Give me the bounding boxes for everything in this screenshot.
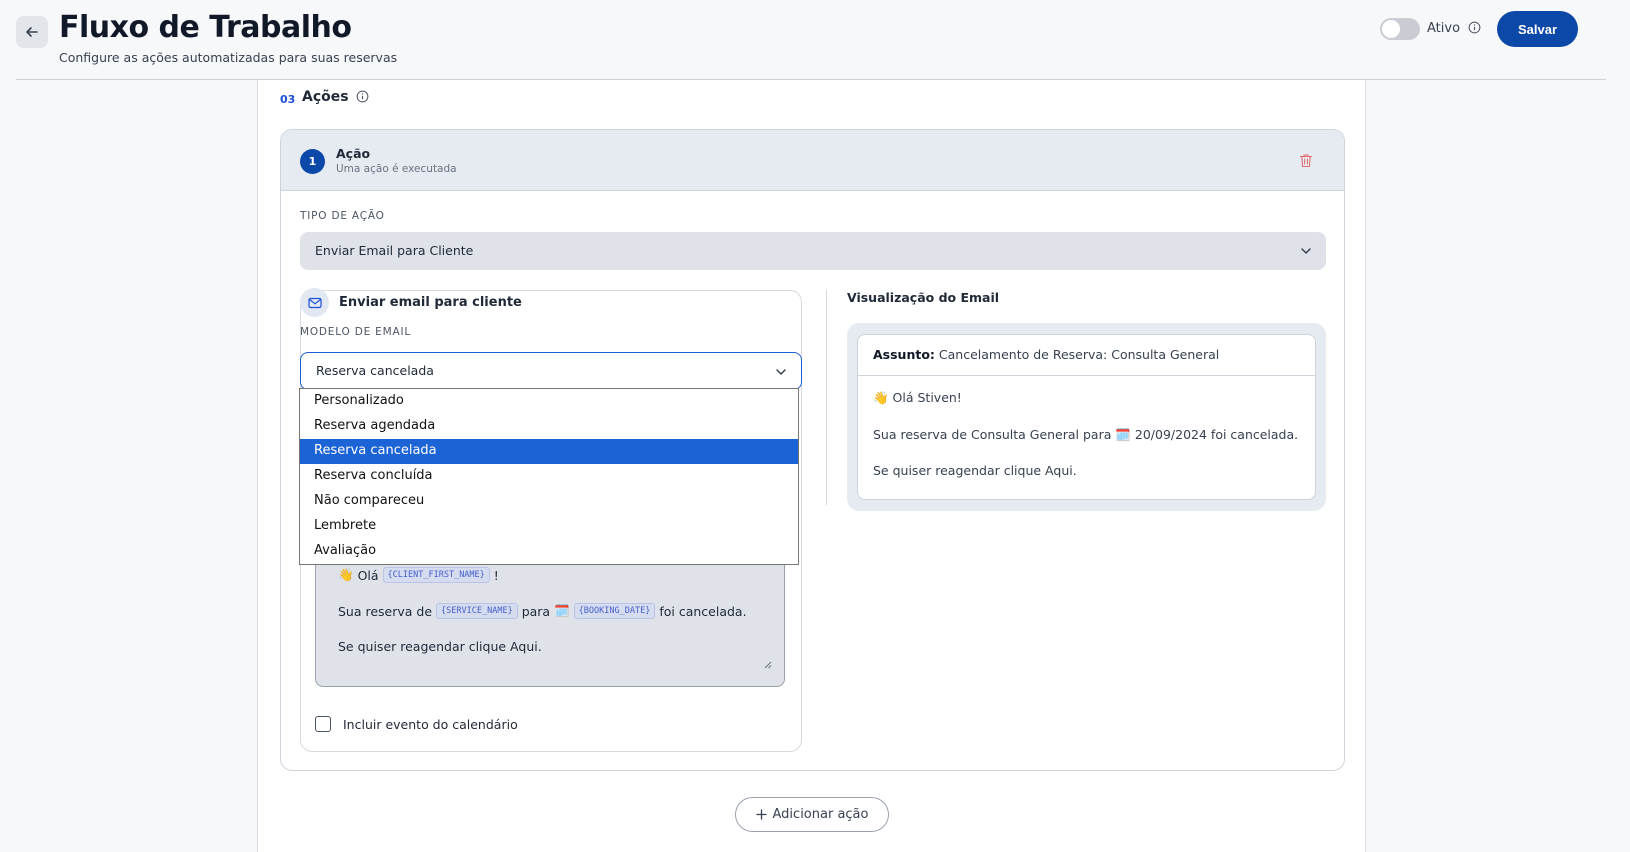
- template-label: MODELO DE EMAIL: [300, 326, 412, 338]
- toggle-knob: [1382, 20, 1400, 38]
- active-toggle-label: Ativo: [1427, 21, 1461, 36]
- resize-handle-icon[interactable]: [764, 661, 772, 669]
- dropdown-option-avaliacao[interactable]: Avaliação: [300, 539, 798, 564]
- editor-text: Se quiser reagendar clique Aqui.: [338, 639, 542, 654]
- dropdown-option-reserva-cancelada[interactable]: Reserva cancelada: [300, 439, 798, 464]
- back-button[interactable]: [16, 16, 48, 48]
- action-card-header: 1 Ação Uma ação é executada: [281, 130, 1344, 191]
- token-service-name: {SERVICE_NAME}: [436, 603, 518, 619]
- preview-line-1: 👋 Olá Stiven!: [873, 390, 962, 405]
- calendar-event-label: Incluir evento do calendário: [343, 717, 518, 732]
- editor-text: para: [521, 603, 551, 619]
- chevron-down-icon: [776, 369, 786, 375]
- subject-label: Assunto:: [873, 347, 935, 362]
- dropdown-option-reserva-agendada[interactable]: Reserva agendada: [300, 414, 798, 439]
- info-icon[interactable]: [1468, 21, 1481, 34]
- page-subtitle: Configure as ações automatizadas para su…: [59, 50, 398, 65]
- subject-value: Cancelamento de Reserva: Consulta Genera…: [938, 347, 1220, 362]
- action-title: Ação: [336, 146, 371, 161]
- page-title: Fluxo de Trabalho: [59, 10, 352, 45]
- calendar-event-checkbox[interactable]: [315, 716, 331, 732]
- email-template-value: Reserva cancelada: [316, 363, 434, 378]
- plus-icon: [755, 809, 767, 820]
- editor-text: foi cancelada.: [659, 603, 747, 619]
- email-body-editor[interactable]: 👋 Olá {CLIENT_FIRST_NAME} ! Sua reserva …: [315, 555, 785, 687]
- save-button[interactable]: Salvar: [1497, 11, 1578, 47]
- action-type-label: TIPO DE AÇÃO: [300, 210, 385, 222]
- email-preview: Assunto: Cancelamento de Reserva: Consul…: [847, 323, 1326, 511]
- arrow-left-icon: [26, 27, 38, 37]
- action-subtitle: Uma ação é executada: [336, 163, 457, 175]
- token-booking-date: {BOOKING_DATE}: [573, 603, 656, 619]
- info-icon[interactable]: [356, 90, 369, 103]
- mail-icon: [307, 297, 322, 308]
- dropdown-option-personalizado[interactable]: Personalizado: [300, 389, 798, 414]
- email-template-dropdown: Personalizado Reserva agendada Reserva c…: [299, 388, 799, 565]
- editor-line-1: 👋 Olá {CLIENT_FIRST_NAME} !: [338, 567, 499, 583]
- action-type-select[interactable]: Enviar Email para Cliente: [300, 232, 1326, 270]
- mail-icon-badge: [300, 288, 329, 317]
- editor-line-2: Sua reserva de {SERVICE_NAME} para 🗓️ {B…: [338, 603, 747, 619]
- email-preview-subject: Assunto: Cancelamento de Reserva: Consul…: [858, 335, 1315, 376]
- active-toggle[interactable]: [1380, 18, 1420, 40]
- chevron-down-icon: [1301, 248, 1311, 254]
- panel-divider: [826, 290, 827, 505]
- email-preview-card: Assunto: Cancelamento de Reserva: Consul…: [857, 334, 1316, 500]
- action-type-value: Enviar Email para Cliente: [315, 243, 474, 258]
- dropdown-option-reserva-concluida[interactable]: Reserva concluída: [300, 464, 798, 489]
- add-action-button[interactable]: Adicionar ação: [735, 797, 889, 832]
- dropdown-option-lembrete[interactable]: Lembrete: [300, 514, 798, 539]
- email-template-select[interactable]: Reserva cancelada: [300, 352, 802, 390]
- action-number-badge: 1: [300, 149, 325, 174]
- preview-line-3: Se quiser reagendar clique Aqui.: [873, 463, 1077, 478]
- trash-icon[interactable]: [1299, 153, 1313, 168]
- page-header: Fluxo de Trabalho Configure as ações aut…: [0, 0, 1630, 80]
- preview-line-2: Sua reserva de Consulta General para 🗓️ …: [873, 427, 1299, 442]
- wave-emoji: 👋: [338, 567, 354, 582]
- editor-text: !: [493, 567, 499, 583]
- calendar-emoji: 🗓️: [554, 603, 570, 618]
- editor-line-3: Se quiser reagendar clique Aqui.: [338, 639, 542, 654]
- section-number: 03: [280, 93, 296, 106]
- section-title: Ações: [302, 89, 349, 105]
- email-preview-title: Visualização do Email: [847, 290, 1000, 305]
- token-client-first-name: {CLIENT_FIRST_NAME}: [382, 567, 490, 583]
- editor-text: Sua reserva de: [338, 603, 433, 619]
- add-action-label: Adicionar ação: [772, 807, 869, 822]
- email-section-title: Enviar email para cliente: [339, 295, 522, 310]
- dropdown-option-nao-compareceu[interactable]: Não compareceu: [300, 489, 798, 514]
- editor-text: Olá: [357, 567, 379, 583]
